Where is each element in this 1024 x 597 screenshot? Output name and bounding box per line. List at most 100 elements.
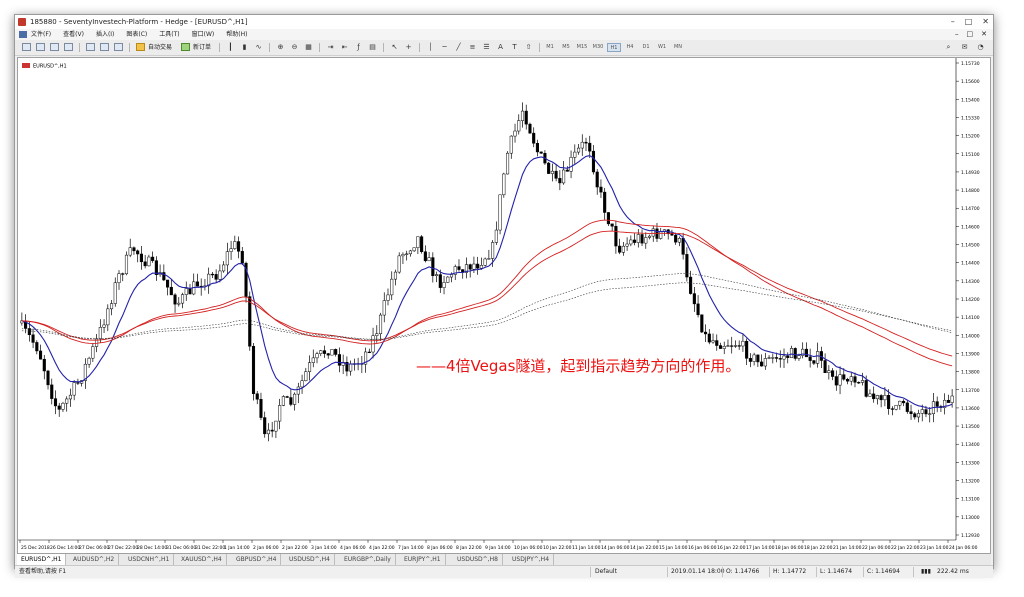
market-watch-icon[interactable] bbox=[49, 42, 60, 53]
vertical-line-icon[interactable]: │ bbox=[425, 42, 436, 53]
chart-tab[interactable]: USDUSD^,H8 bbox=[453, 554, 503, 565]
chart-tab[interactable]: USDCNH^,H1 bbox=[124, 554, 175, 565]
tf-h1[interactable]: H1 bbox=[607, 43, 621, 52]
menu-insert[interactable]: 插入(I) bbox=[96, 29, 114, 40]
candle-body bbox=[767, 357, 771, 359]
price-label: 1.13100 bbox=[961, 497, 980, 503]
tf-m15[interactable]: M15 bbox=[575, 43, 589, 52]
chart-tab[interactable]: XAUUSD^,H4 bbox=[177, 554, 227, 565]
menu-file[interactable]: 文件(F) bbox=[31, 29, 51, 40]
bar-chart-icon[interactable]: ┃ bbox=[225, 42, 236, 53]
profiles-icon[interactable] bbox=[35, 42, 46, 53]
candle-body bbox=[375, 333, 379, 336]
candle-body bbox=[760, 361, 764, 367]
tf-m30[interactable]: M30 bbox=[591, 43, 605, 52]
maximize-button[interactable]: □ bbox=[965, 15, 973, 29]
minimize-button[interactable]: – bbox=[951, 15, 955, 29]
candle-body bbox=[438, 274, 442, 288]
text-tool-icon[interactable]: A bbox=[495, 42, 506, 53]
status-low: L: 1.14674 bbox=[820, 568, 853, 575]
search-icon[interactable]: ⌕ bbox=[943, 42, 954, 53]
chart-tabs: EURUSD^,H1 AUDUSD^,H2 USDCNH^,H1 XAUUSD^,H4… bbox=[17, 554, 991, 565]
candle-body bbox=[647, 235, 652, 238]
menu-window[interactable]: 窗口(W) bbox=[192, 29, 215, 40]
price-label: 1.14700 bbox=[961, 206, 980, 212]
candle-body bbox=[132, 247, 136, 252]
tf-d1[interactable]: D1 bbox=[639, 43, 653, 52]
candle-body bbox=[337, 354, 341, 366]
tile-windows-icon[interactable]: ▦ bbox=[303, 42, 314, 53]
time-label: 23 Jan 14:00 bbox=[920, 545, 949, 551]
vegas-tunnel-lower bbox=[21, 230, 953, 357]
navigator-icon[interactable] bbox=[85, 42, 96, 53]
close-button[interactable]: ✕ bbox=[982, 15, 989, 29]
arrows-tool-icon[interactable]: ⇧ bbox=[523, 42, 534, 53]
price-label: 1.14500 bbox=[961, 243, 980, 249]
candle-body bbox=[412, 247, 416, 252]
menu-tools[interactable]: 工具(T) bbox=[159, 29, 179, 40]
chat-icon[interactable]: ✉ bbox=[959, 42, 970, 53]
chart-tab[interactable]: EURGBP^,Daily bbox=[340, 554, 396, 565]
candle-body bbox=[718, 345, 723, 349]
candlestick-chart-icon[interactable]: ▮ bbox=[239, 42, 250, 53]
candle-body bbox=[479, 265, 483, 269]
chart-area[interactable]: 1.15730 1.15600 1.15400 1.15330 1.15200 1.151… bbox=[17, 57, 991, 554]
candle-body bbox=[513, 130, 517, 137]
tf-m5[interactable]: M5 bbox=[559, 43, 573, 52]
terminal-icon[interactable] bbox=[99, 42, 110, 53]
chart-tab[interactable]: USDJPY^,H4 bbox=[508, 554, 555, 565]
candle-body bbox=[752, 354, 756, 362]
auto-trading-button[interactable]: 自动交易 bbox=[148, 42, 172, 53]
tf-mn[interactable]: MN bbox=[671, 43, 685, 52]
chart-tab[interactable]: EURJPY^,H1 bbox=[400, 554, 446, 565]
status-profile: Default bbox=[595, 568, 617, 575]
status-bar: 查看帮助,请按 F1 Default 2019.01.14 18:00 O: 1… bbox=[15, 565, 993, 578]
candle-body bbox=[177, 302, 181, 305]
child-restore-button[interactable]: □ bbox=[967, 29, 974, 40]
zoom-in-icon[interactable]: ⊕ bbox=[275, 42, 286, 53]
child-minimize-button[interactable]: – bbox=[955, 29, 959, 40]
indicators-icon[interactable]: ƒ bbox=[353, 42, 364, 53]
candle-body bbox=[524, 110, 528, 125]
chart-shift-icon[interactable]: ⇤ bbox=[339, 42, 350, 53]
chart-tab[interactable]: USDUSD^,H4 bbox=[285, 554, 335, 565]
new-order-button[interactable]: 新订单 bbox=[193, 42, 211, 53]
data-window-icon[interactable] bbox=[63, 42, 74, 53]
candle-body bbox=[38, 350, 43, 360]
cursor-icon[interactable]: ↖ bbox=[389, 42, 400, 53]
child-close-button[interactable]: ✕ bbox=[981, 29, 987, 40]
horizontal-line-icon[interactable]: ─ bbox=[439, 42, 450, 53]
fibonacci-icon[interactable]: ☰ bbox=[481, 42, 492, 53]
tf-w1[interactable]: W1 bbox=[655, 43, 669, 52]
tf-m1[interactable]: M1 bbox=[543, 43, 557, 52]
candle-body bbox=[180, 294, 185, 304]
trendline-icon[interactable]: ╱ bbox=[453, 42, 464, 53]
auto-scroll-icon[interactable]: ⇥ bbox=[325, 42, 336, 53]
line-chart-icon[interactable]: ∿ bbox=[253, 42, 264, 53]
flag-icon bbox=[22, 63, 30, 68]
menu-charts[interactable]: 图表(C) bbox=[126, 29, 147, 40]
crosshair-icon[interactable]: + bbox=[403, 42, 414, 53]
templates-icon[interactable]: ▤ bbox=[367, 42, 378, 53]
label-tool-icon[interactable]: T bbox=[509, 42, 520, 53]
candle-body bbox=[248, 296, 252, 347]
menu-help[interactable]: 帮助(H) bbox=[226, 29, 247, 40]
candle-body bbox=[606, 212, 610, 225]
tf-h4[interactable]: H4 bbox=[623, 43, 637, 52]
channel-icon[interactable]: ≡ bbox=[467, 42, 478, 53]
strategy-tester-icon[interactable] bbox=[113, 42, 124, 53]
new-chart-icon[interactable] bbox=[21, 42, 32, 53]
zoom-out-icon[interactable]: ⊖ bbox=[289, 42, 300, 53]
candle-body bbox=[554, 170, 558, 179]
candle-body bbox=[367, 351, 371, 354]
price-label: 1.14800 bbox=[961, 188, 980, 194]
chart-tab[interactable]: GBPUSD^,H4 bbox=[232, 554, 282, 565]
auto-trading-icon[interactable] bbox=[135, 42, 146, 53]
chart-tab[interactable]: EURUSD^,H1 bbox=[17, 554, 67, 565]
menu-view[interactable]: 查看(V) bbox=[63, 29, 84, 40]
candle-body bbox=[393, 271, 398, 280]
signals-icon[interactable]: ◔ bbox=[975, 42, 986, 53]
candle-body bbox=[427, 257, 431, 262]
chart-tab[interactable]: AUDUSD^,H2 bbox=[69, 554, 120, 565]
new-order-icon[interactable] bbox=[180, 42, 191, 53]
